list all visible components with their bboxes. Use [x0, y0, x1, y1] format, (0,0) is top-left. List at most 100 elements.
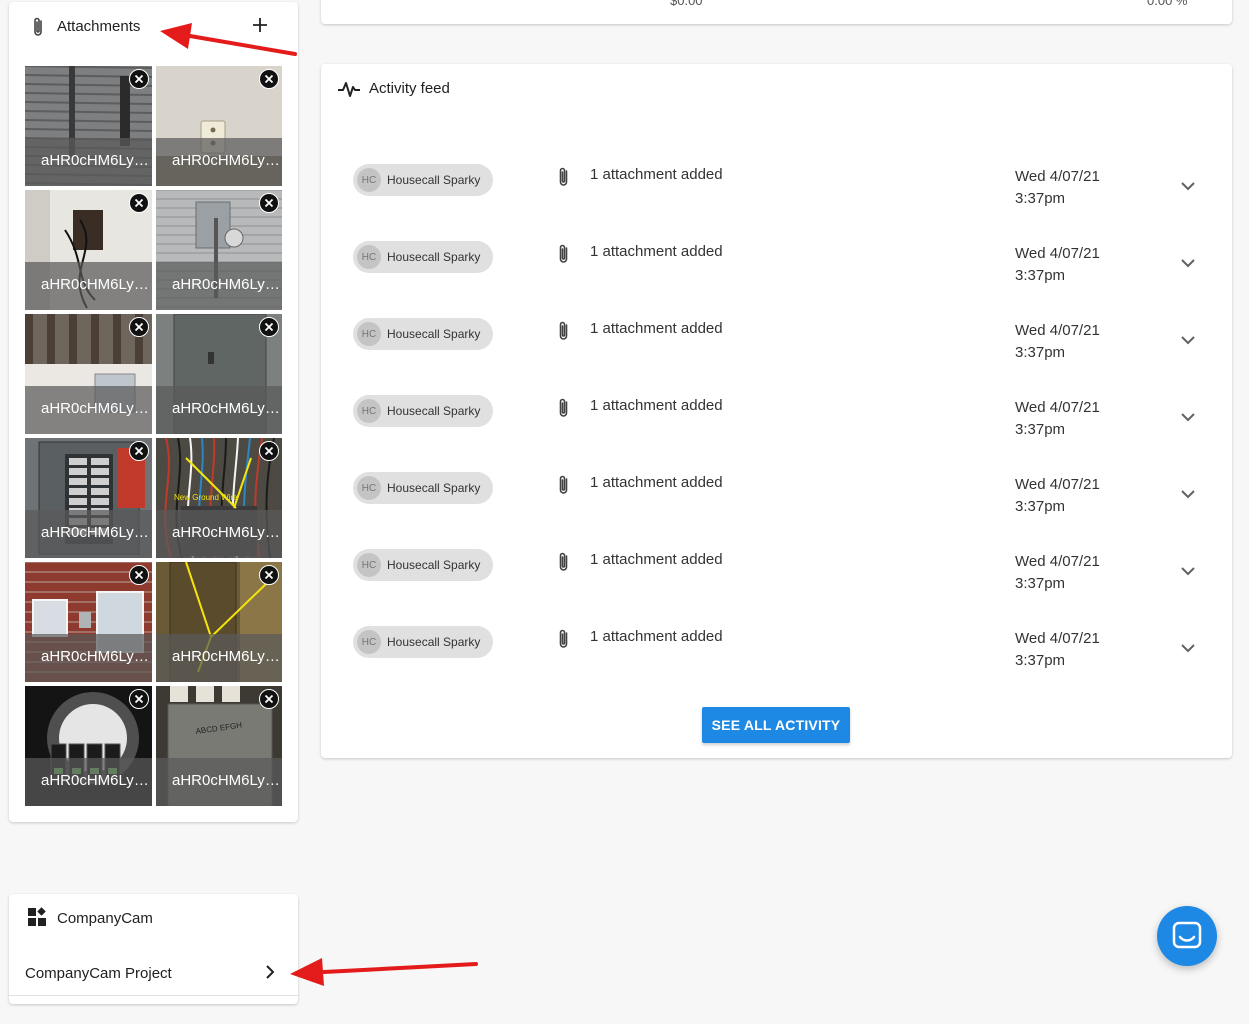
- activity-item[interactable]: HC Housecall Sparky 1 attachment added Wed …: [321, 395, 1232, 472]
- chevron-down-icon[interactable]: [1179, 485, 1197, 503]
- avatar: HC: [357, 399, 381, 423]
- paperclip-icon: [559, 475, 568, 494]
- remove-attachment-button[interactable]: [259, 69, 279, 89]
- remove-attachment-button[interactable]: [259, 689, 279, 709]
- companycam-project-link[interactable]: CompanyCam Project: [9, 950, 298, 996]
- see-all-activity-button[interactable]: SEE ALL ACTIVITY: [702, 707, 850, 743]
- close-icon: [264, 446, 274, 456]
- activity-timestamp: Wed 4/07/21 3:37pm: [1015, 166, 1100, 210]
- attachment-thumbnail[interactable]: aHR0cHM6Ly9zaWduYWwuaW1hZ2VzLmNvbS9hdHRh…: [25, 562, 152, 682]
- close-icon: [264, 74, 274, 84]
- activity-description: 1 attachment added: [590, 397, 723, 414]
- paperclip-icon: [34, 17, 42, 36]
- user-name: Housecall Sparky: [387, 481, 481, 495]
- remove-attachment-button[interactable]: [129, 69, 149, 89]
- summary-value-right: 0.00 %: [1147, 0, 1188, 8]
- attachment-thumbnail[interactable]: aHR0cHM6Ly9zaWduYWwuaW1hZ2VzLmNvbS9hdHRh…: [25, 66, 152, 186]
- pulse-icon: [338, 82, 360, 97]
- chevron-down-icon[interactable]: [1179, 562, 1197, 580]
- chevron-down-icon[interactable]: [1179, 331, 1197, 349]
- activity-timestamp: Wed 4/07/21 3:37pm: [1015, 474, 1100, 518]
- attachment-thumbnail[interactable]: aHR0cHM6Ly9zaWduYWwuaW1hZ2VzLmNvbS9hdHRh…: [25, 686, 152, 806]
- attachment-grid: aHR0cHM6Ly9zaWduYWwuaW1hZ2VzLmNvbS9hdHRh…: [25, 66, 282, 806]
- attachment-filename: aHR0cHM6Ly9zaWduYWwuaW1hZ2VzLmNvbS9hdHRh…: [156, 138, 282, 186]
- chat-icon: [1172, 921, 1202, 949]
- avatar: HC: [357, 322, 381, 346]
- remove-attachment-button[interactable]: [259, 565, 279, 585]
- remove-attachment-button[interactable]: [129, 441, 149, 461]
- attachment-filename: aHR0cHM6Ly9zaWduYWwuaW1hZ2VzLmNvbS9hdHRh…: [156, 758, 282, 806]
- chevron-down-icon[interactable]: [1179, 408, 1197, 426]
- attachment-thumbnail[interactable]: ABCD EFGHaHR0cHM6Ly9zaWduYWwuaW1hZ2VzLmN…: [156, 686, 282, 806]
- close-icon: [264, 198, 274, 208]
- user-name: Housecall Sparky: [387, 250, 481, 264]
- attachment-thumbnail[interactable]: aHR0cHM6Ly9zaWduYWwuaW1hZ2VzLmNvbS9hdHRh…: [25, 190, 152, 310]
- remove-attachment-button[interactable]: [129, 689, 149, 709]
- close-icon: [264, 322, 274, 332]
- remove-attachment-button[interactable]: [129, 317, 149, 337]
- activity-item[interactable]: HC Housecall Sparky 1 attachment added Wed …: [321, 549, 1232, 626]
- chevron-down-icon[interactable]: [1179, 254, 1197, 272]
- activity-item[interactable]: HC Housecall Sparky 1 attachment added Wed …: [321, 241, 1232, 318]
- activity-description: 1 attachment added: [590, 320, 723, 337]
- remove-attachment-button[interactable]: [259, 317, 279, 337]
- remove-attachment-button[interactable]: [129, 565, 149, 585]
- activity-time: 3:37pm: [1015, 421, 1066, 438]
- svg-text:New Ground Wire: New Ground Wire: [174, 493, 238, 502]
- activity-item[interactable]: HC Housecall Sparky 1 attachment added Wed …: [321, 472, 1232, 549]
- attachment-filename: aHR0cHM6Ly9zaWduYWwuaW1hZ2VzLmNvbS9hdHRh…: [156, 262, 282, 310]
- activity-date: Wed 4/07/21: [1015, 245, 1100, 262]
- companycam-card: CompanyCam CompanyCam Project: [9, 894, 298, 1004]
- activity-date: Wed 4/07/21: [1015, 168, 1100, 185]
- activity-time: 3:37pm: [1015, 267, 1066, 284]
- close-icon: [134, 322, 144, 332]
- user-name: Housecall Sparky: [387, 635, 481, 649]
- remove-attachment-button[interactable]: [259, 441, 279, 461]
- user-chip: HC Housecall Sparky: [353, 549, 493, 581]
- attachment-thumbnail[interactable]: aHR0cHM6Ly9zaWduYWwuaW1hZ2VzLmNvbS9hdHRh…: [156, 66, 282, 186]
- user-chip: HC Housecall Sparky: [353, 241, 493, 273]
- summary-card: $0.00 0.00 %: [321, 0, 1232, 24]
- attachments-card: Attachments aHR0cHM6Ly9zaWduYWwuaW1hZ2Vz…: [9, 2, 298, 822]
- attachment-filename: aHR0cHM6Ly9zaWduYWwuaW1hZ2VzLmNvbS9hdHRh…: [156, 386, 282, 434]
- user-name: Housecall Sparky: [387, 558, 481, 572]
- user-chip: HC Housecall Sparky: [353, 472, 493, 504]
- activity-feed-title: Activity feed: [369, 80, 450, 97]
- remove-attachment-button[interactable]: [259, 193, 279, 213]
- activity-item[interactable]: HC Housecall Sparky 1 attachment added Wed …: [321, 626, 1232, 703]
- attachment-filename: aHR0cHM6Ly9zaWduYWwuaW1hZ2VzLmNvbS9hdHRh…: [156, 510, 282, 558]
- paperclip-icon: [559, 552, 568, 571]
- activity-item[interactable]: HC Housecall Sparky 1 attachment added Wed …: [321, 318, 1232, 395]
- activity-feed-card: Activity feed HC Housecall Sparky 1 attach…: [321, 64, 1232, 758]
- attachment-thumbnail[interactable]: aHR0cHM6Ly9zaWduYWwuaW1hZ2VzLmNvbS9hdHRh…: [25, 314, 152, 434]
- attachment-thumbnail[interactable]: aHR0cHM6Ly9zaWduYWwuaW1hZ2VzLmNvbS9hdHRh…: [25, 438, 152, 558]
- companycam-icon: [28, 907, 46, 926]
- close-icon: [134, 198, 144, 208]
- activity-description: 1 attachment added: [590, 628, 723, 645]
- attachment-filename: aHR0cHM6Ly9zaWduYWwuaW1hZ2VzLmNvbS9hdHRh…: [25, 262, 152, 310]
- activity-time: 3:37pm: [1015, 190, 1066, 207]
- remove-attachment-button[interactable]: [129, 193, 149, 213]
- activity-date: Wed 4/07/21: [1015, 399, 1100, 416]
- attachment-filename: aHR0cHM6Ly9zaWduYWwuaW1hZ2VzLmNvbS9hdHRh…: [25, 510, 152, 558]
- user-chip: HC Housecall Sparky: [353, 318, 493, 350]
- activity-description: 1 attachment added: [590, 243, 723, 260]
- paperclip-icon: [559, 321, 568, 340]
- activity-description: 1 attachment added: [590, 166, 723, 183]
- activity-item[interactable]: HC Housecall Sparky 1 attachment added Wed …: [321, 164, 1232, 241]
- chevron-down-icon[interactable]: [1179, 639, 1197, 657]
- attachment-thumbnail[interactable]: aHR0cHM6Ly9zaWduYWwuaW1hZ2VzLmNvbS9hdHRh…: [156, 190, 282, 310]
- annotation-arrow-attachments: [160, 23, 297, 56]
- attachment-thumbnail[interactable]: New Ground Wire aHR0cHM6Ly9zaWduYWwuaW1hZ…: [156, 438, 282, 558]
- attachment-thumbnail[interactable]: aHR0cHM6Ly9zaWduYWwuaW1hZ2VzLmNvbS9hdHRh…: [156, 314, 282, 434]
- chat-launcher-button[interactable]: [1157, 906, 1217, 966]
- summary-value-left: $0.00: [670, 0, 703, 8]
- attachment-filename: aHR0cHM6Ly9zaWduYWwuaW1hZ2VzLmNvbS9hdHRh…: [25, 758, 152, 806]
- activity-timestamp: Wed 4/07/21 3:37pm: [1015, 320, 1100, 364]
- chevron-down-icon[interactable]: [1179, 177, 1197, 195]
- attachment-thumbnail[interactable]: aHR0cHM6Ly9zaWduYWwuaW1hZ2VzLmNvbS9hdHRh…: [156, 562, 282, 682]
- activity-description: 1 attachment added: [590, 474, 723, 491]
- avatar: HC: [357, 245, 381, 269]
- user-chip: HC Housecall Sparky: [353, 395, 493, 427]
- activity-time: 3:37pm: [1015, 498, 1066, 515]
